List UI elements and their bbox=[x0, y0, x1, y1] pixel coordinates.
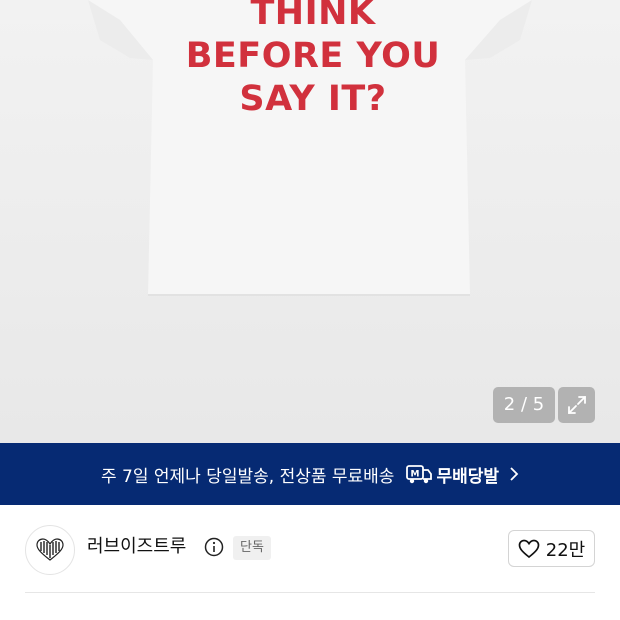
expand-image-button[interactable] bbox=[558, 387, 595, 423]
shirt-print-line: SAY IT? bbox=[239, 79, 387, 119]
free-shipping-label: 무배당발 bbox=[436, 466, 500, 487]
divider bbox=[25, 592, 595, 593]
shop-name[interactable]: 러브이즈트루 bbox=[87, 535, 186, 559]
m-delivery-truck-icon: M bbox=[406, 465, 433, 484]
exclusive-badge: 단독 bbox=[233, 536, 271, 560]
banner-text: 주 7일 언제나 당일발송, 전상품 무료배송 bbox=[100, 466, 395, 487]
shop-info-row: 러브이즈트루 단독 22만 bbox=[0, 505, 620, 593]
shirt-print-line: BEFORE YOU bbox=[185, 36, 441, 76]
chevron-right-icon bbox=[509, 467, 519, 481]
heart-logo-icon bbox=[36, 538, 64, 561]
expand-arrows-icon bbox=[567, 396, 586, 414]
shirt-print-line: THINK bbox=[250, 0, 376, 33]
like-count: 22만 bbox=[545, 539, 586, 561]
image-page-counter: 2 / 5 bbox=[493, 387, 555, 423]
product-image-gallery[interactable]: THINK BEFORE YOU SAY IT? 2 / 5 bbox=[0, 0, 620, 443]
shipping-promo-banner[interactable]: 주 7일 언제나 당일발송, 전상품 무료배송 M 무배당발 bbox=[0, 443, 620, 505]
shirt-print-text: THINK BEFORE YOU SAY IT? bbox=[160, 0, 466, 121]
svg-text:M: M bbox=[411, 470, 420, 480]
free-shipping-badge: M 무배당발 bbox=[406, 462, 499, 487]
like-button[interactable]: 22만 bbox=[508, 530, 595, 567]
heart-icon bbox=[518, 539, 540, 558]
info-icon[interactable] bbox=[204, 537, 224, 557]
shop-avatar[interactable] bbox=[25, 525, 75, 575]
